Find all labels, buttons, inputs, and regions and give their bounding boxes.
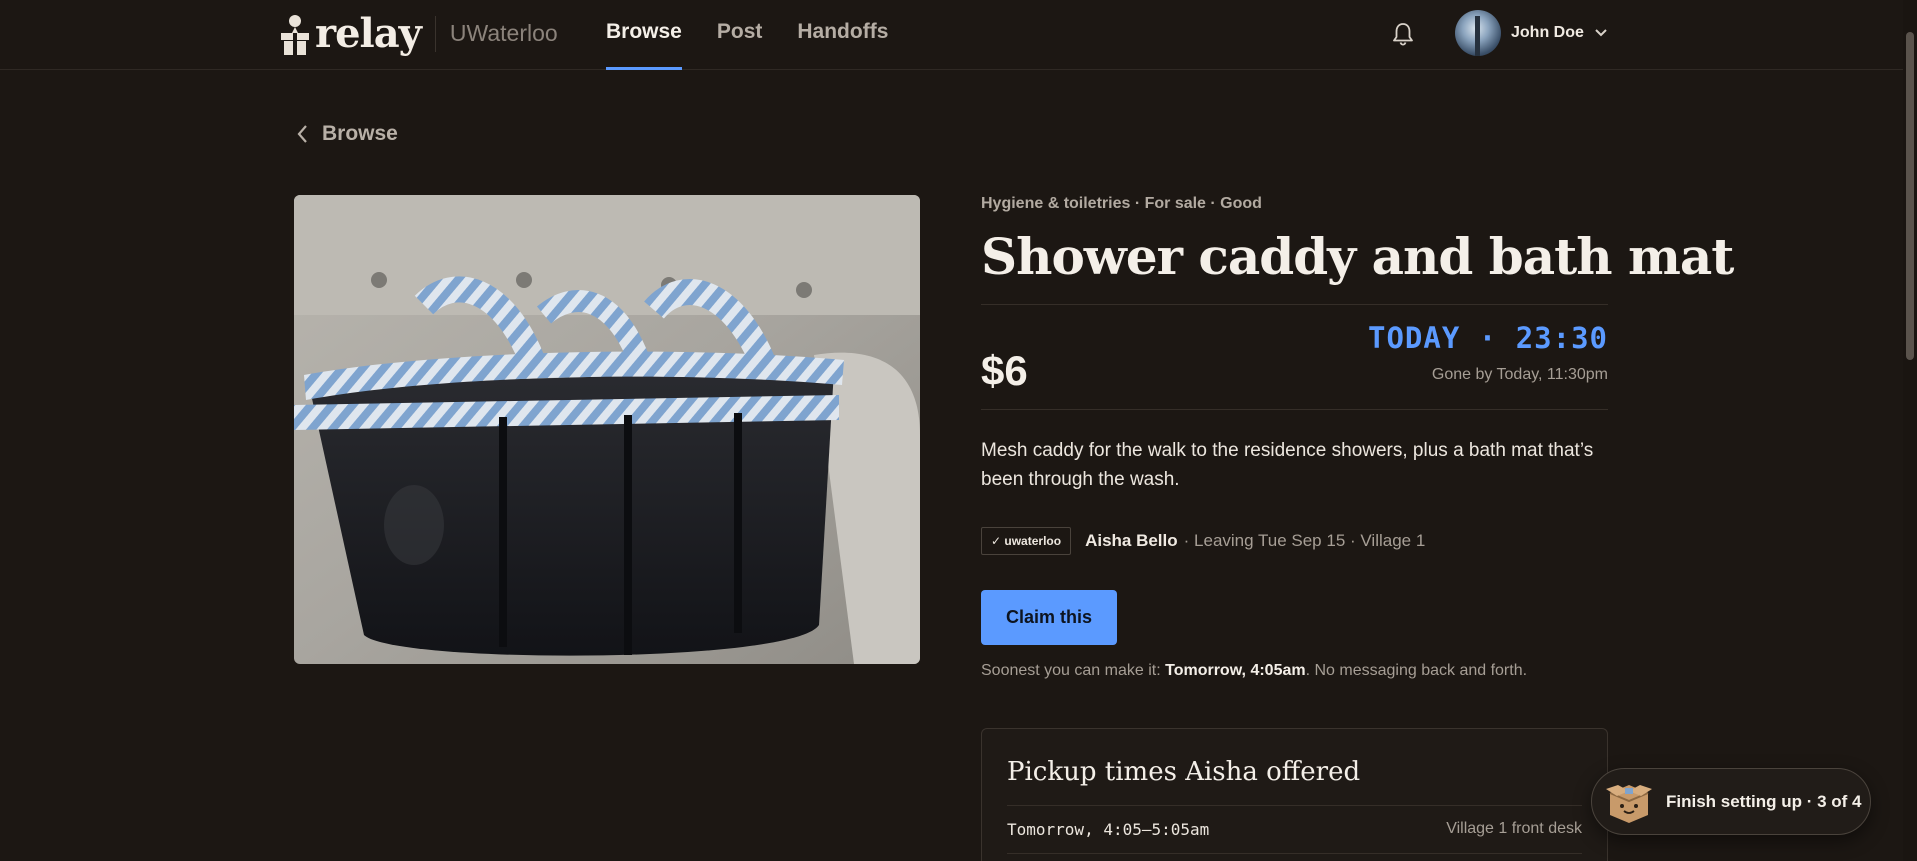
gift-icon [281,14,309,55]
verified-badge: ✓ uwaterloo [981,527,1072,555]
campus-label: UWaterloo [449,20,558,46]
listing-details: Hygiene & toiletries · For sale · Good S… [981,195,1734,680]
soonest-suffix: . No messaging back and forth. [1305,662,1528,679]
nav-browse[interactable]: Browse [606,0,682,70]
claim-button[interactable]: Claim this [981,590,1118,645]
back-label: Browse [322,122,398,145]
logo[interactable]: relay UWaterloo [280,10,558,57]
pickup-slot[interactable]: Tomorrow, 4:05–5:05am Village 1 front de… [1007,820,1582,839]
avatar [1455,10,1501,56]
listing-photo [294,195,920,664]
brand-name: relay [315,10,422,57]
seller-name[interactable]: Aisha Bello [1085,531,1178,551]
soonest-time: Tomorrow, 4:05am [1165,662,1306,679]
pickup-slot-location: Village 1 front desk [1446,820,1582,837]
pickup-heading: Pickup times Aisha offered [1007,757,1361,787]
chevron-left-icon [297,125,307,143]
price: $6 [981,347,1028,394]
pickup-slot-time: Tomorrow, 4:05–5:05am [1007,820,1210,839]
back-to-browse-link[interactable]: Browse [296,122,398,146]
finish-setup-button[interactable]: Finish setting up · 3 of 4 [1591,768,1871,835]
seller-meta: · Leaving Tue Sep 15 · Village 1 [1183,531,1426,550]
seller-info: ✓ uwaterloo Aisha Bello · Leaving Tue Se… [981,527,1608,555]
soonest-prefix: Soonest you can make it: [981,662,1166,679]
soonest-note: Soonest you can make it: Tomorrow, 4:05a… [981,662,1608,680]
listing-description: Mesh caddy for the walk to the residence… [981,440,1594,490]
gone-by-text: Gone by Today, 11:30pm [1431,366,1608,383]
bell-icon[interactable] [1392,22,1414,46]
top-nav-bar: relay UWaterloo Browse Post Handoffs Joh… [0,0,1903,70]
divider [981,409,1608,410]
chevron-down-icon [1595,29,1607,37]
divider [1007,805,1582,806]
listing-title: Shower caddy and bath mat [981,227,1734,286]
main-nav: Browse Post Handoffs [606,0,923,70]
user-name: John Doe [1511,24,1584,41]
deadline-countdown: TODAY · 23:30 [1368,321,1608,355]
divider [1007,853,1582,854]
divider [434,15,436,52]
nav-handoffs[interactable]: Handoffs [797,0,888,70]
user-menu[interactable]: John Doe [1455,10,1608,56]
listing-meta: Hygiene & toiletries · For sale · Good [981,195,1262,212]
pickup-times-card: Pickup times Aisha offered Tomorrow, 4:0… [981,728,1608,861]
finish-setup-label: Finish setting up · 3 of 4 [1666,791,1862,811]
price-row: $6 TODAY · 23:30 Gone by Today, 11:30pm [981,305,1608,409]
scrollbar-thumb[interactable] [1906,32,1914,360]
scrollbar[interactable] [1903,0,1917,861]
box-mascot-icon [1606,784,1652,823]
nav-post[interactable]: Post [717,0,763,70]
